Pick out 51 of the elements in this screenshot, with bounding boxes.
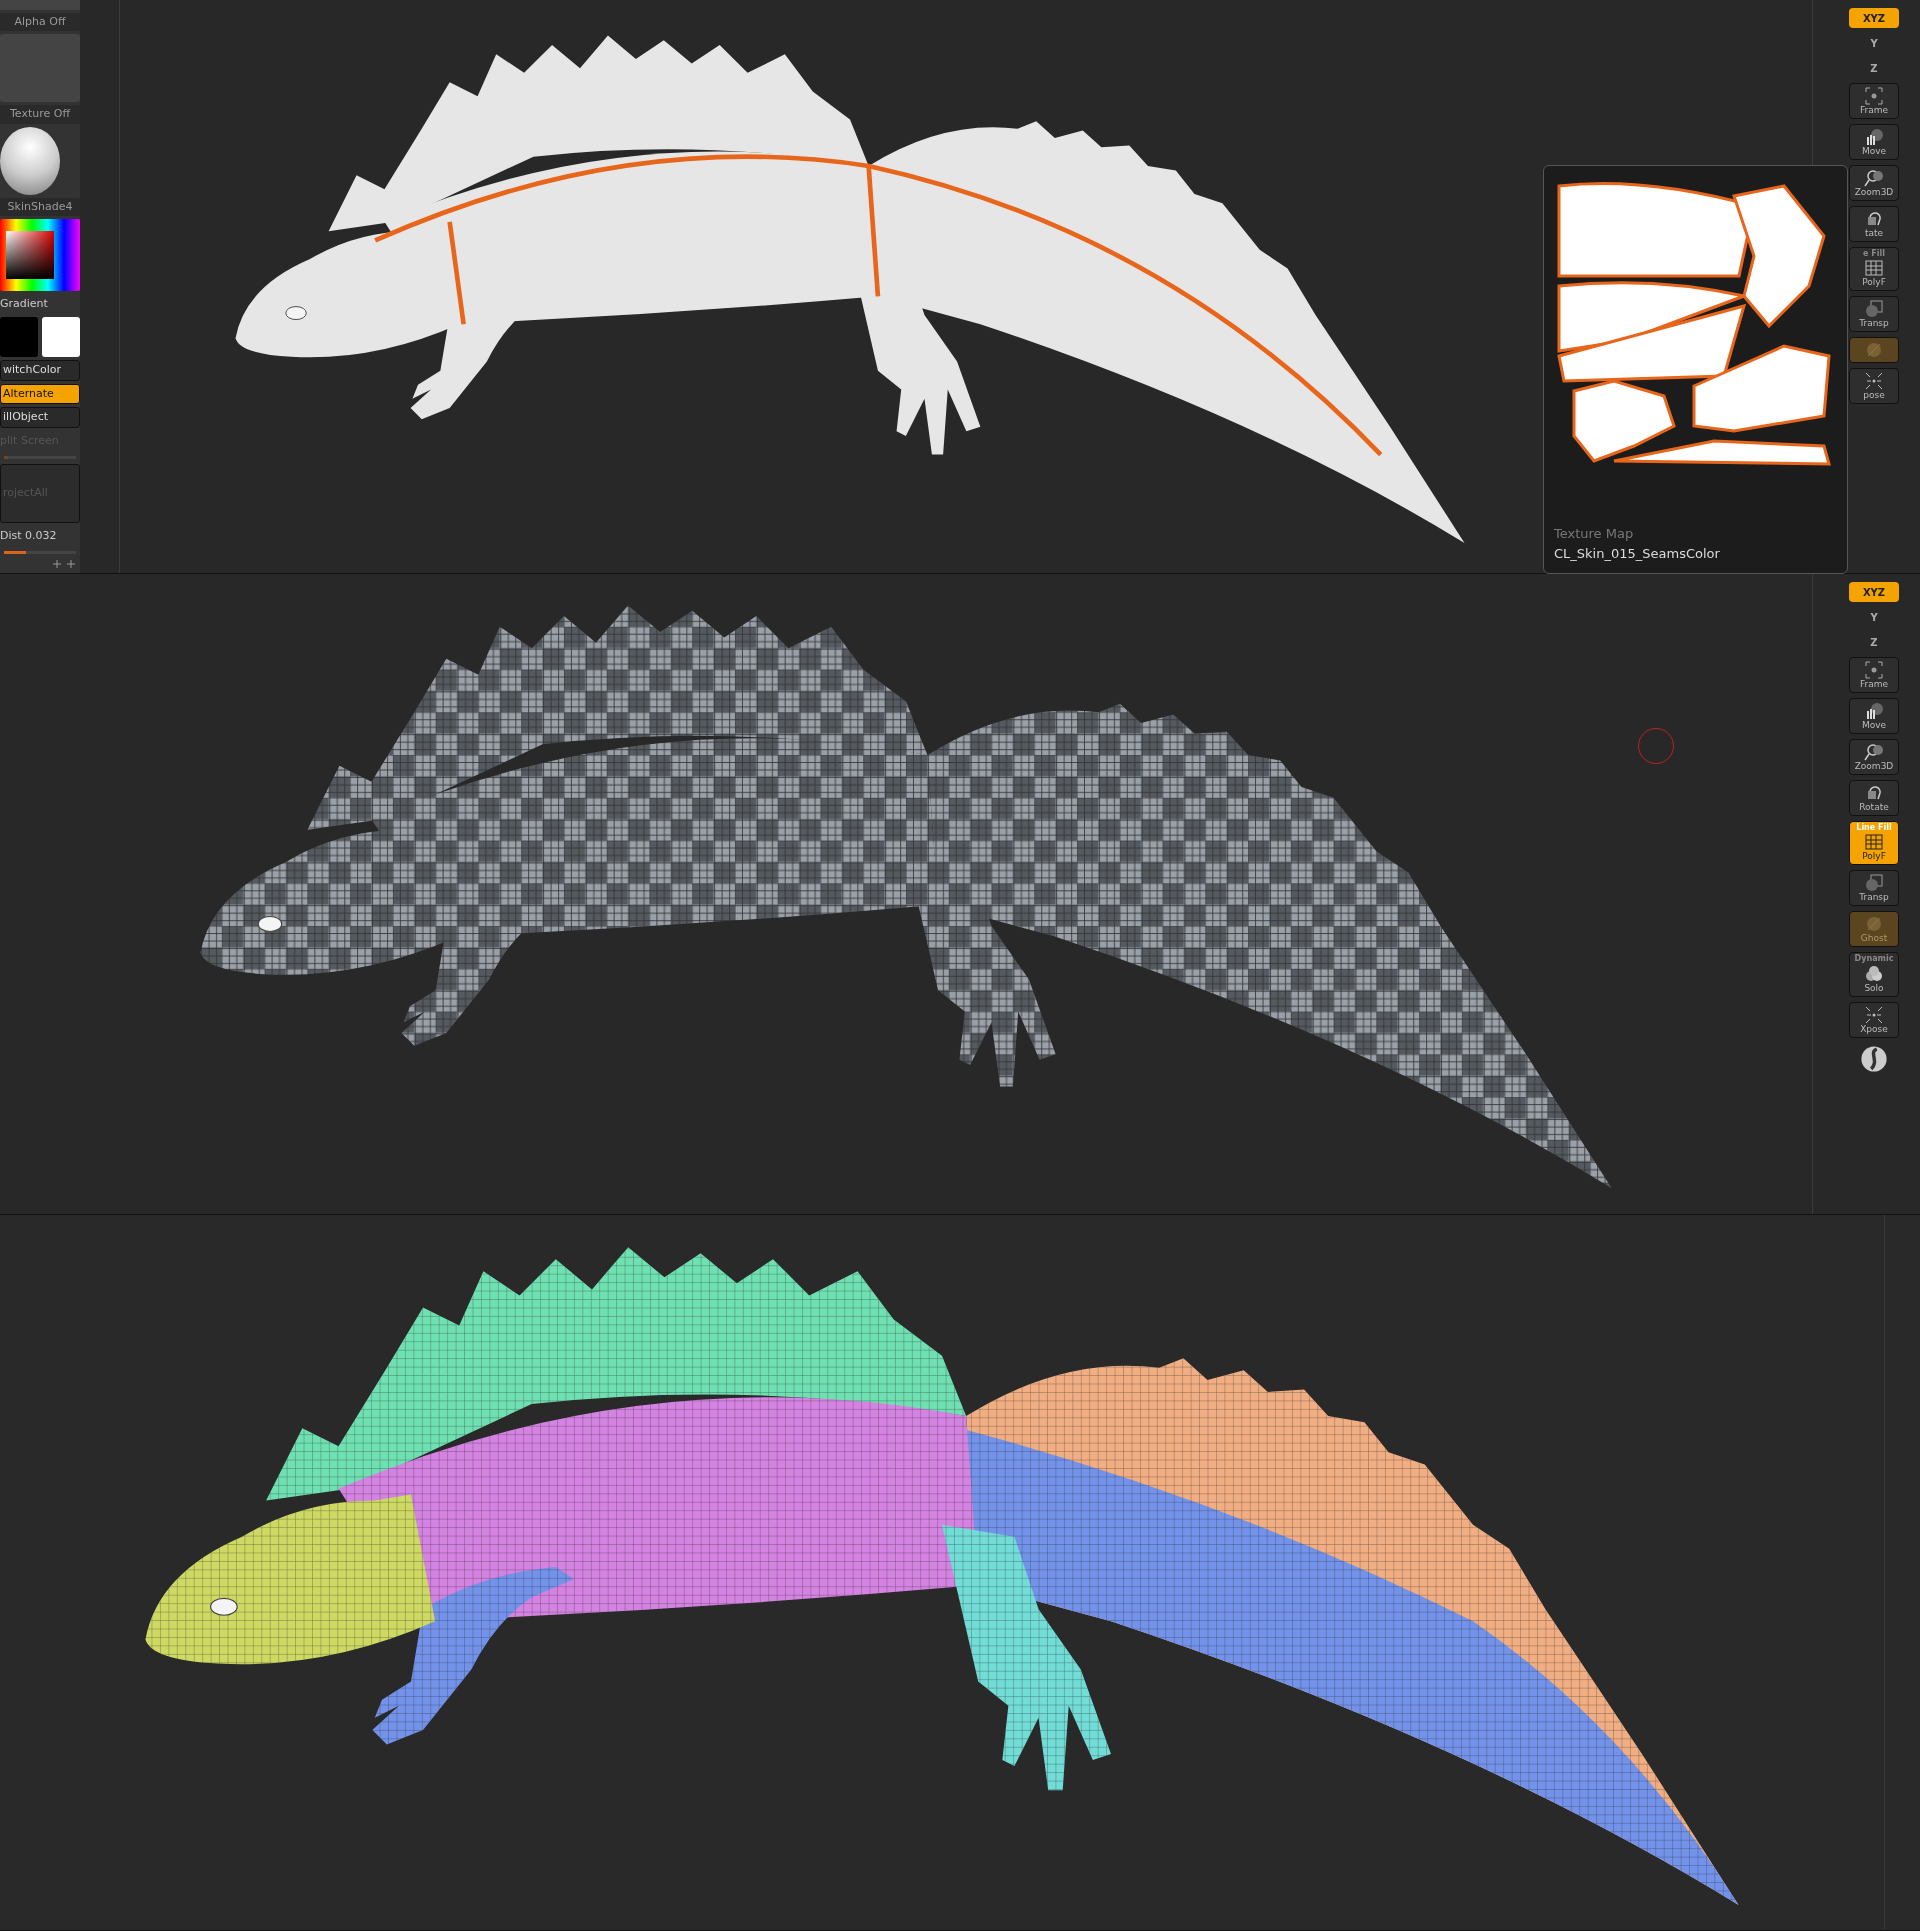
color-swatch[interactable]: [0, 317, 38, 358]
tool-button[interactable]: Frame: [1849, 657, 1899, 693]
tool-button[interactable]: Zoom3D: [1849, 164, 1899, 201]
panel-button[interactable]: illObject: [0, 407, 80, 428]
view-axis-button[interactable]: Y: [1849, 33, 1899, 53]
tool-button[interactable]: pose: [1849, 368, 1899, 405]
view-axis-button[interactable]: Z: [1849, 632, 1899, 652]
magnifier-icon: [1864, 741, 1884, 762]
grid-icon: [1864, 832, 1884, 853]
panel-button[interactable]: witchColor: [0, 360, 80, 381]
gradient-label: Gradient: [0, 295, 49, 312]
view-axis-button[interactable]: XYZ: [1849, 582, 1899, 602]
color-picker[interactable]: [0, 219, 80, 291]
slider-fill[interactable]: [4, 551, 26, 555]
tool-button[interactable]: Zoom3D: [1849, 738, 1899, 775]
thumbnail-label: Texture Off: [0, 105, 80, 124]
tool-button[interactable]: Xpose: [1849, 1001, 1899, 1038]
color-swatch[interactable]: [42, 317, 80, 358]
tool-button[interactable]: tate: [1849, 205, 1899, 242]
tool-button[interactable]: e Fill PolyF: [1849, 246, 1899, 292]
arrows-icon: [1864, 371, 1884, 392]
magnifier-icon: [1864, 167, 1884, 188]
view-axis-button[interactable]: XYZ: [1849, 8, 1899, 28]
sphere-icon: [1860, 1044, 1888, 1073]
texture-name: CL_Skin_015_SeamsColor: [1554, 544, 1721, 563]
circles-icon: [1864, 963, 1884, 984]
popup-title: Texture Map: [1554, 525, 1635, 543]
view-axis-button[interactable]: Z: [1849, 58, 1899, 78]
tool-button[interactable]: Move: [1849, 697, 1899, 734]
texture-thumbnail[interactable]: [0, 34, 80, 103]
thumbnail-label: Alpha Off: [0, 12, 80, 32]
tool-button[interactable]: Dynamic Solo: [1849, 952, 1899, 997]
overlapping-squares-icon: [1864, 873, 1884, 894]
overlapping-squares-icon: [1864, 299, 1884, 320]
material-sphere-thumbnail[interactable]: [0, 126, 60, 195]
slider-label: Dist 0.032: [0, 527, 58, 544]
alpha-thumbnail[interactable]: [0, 0, 80, 10]
tool-button[interactable]: Transp: [1849, 296, 1899, 333]
tool-button[interactable]: Move: [1849, 123, 1899, 160]
frame-arrows-icon: [1864, 86, 1884, 106]
panel-button[interactable]: Alternate: [0, 383, 80, 405]
thumbnail-label: SkinShade4: [0, 197, 80, 217]
slider-track[interactable]: [4, 551, 76, 554]
arrows-icon: [1864, 1004, 1884, 1025]
tool-button[interactable]: Transp: [1849, 870, 1899, 907]
tool-button[interactable]: Frame: [1849, 83, 1899, 119]
grid-icon: [1864, 258, 1884, 279]
tool-button[interactable]: Line Fill PolyF: [1849, 820, 1899, 866]
tool-button[interactable]: Rotate: [1849, 779, 1899, 816]
frame-arrows-icon: [1864, 660, 1884, 680]
view-axis-button[interactable]: Y: [1849, 607, 1899, 627]
